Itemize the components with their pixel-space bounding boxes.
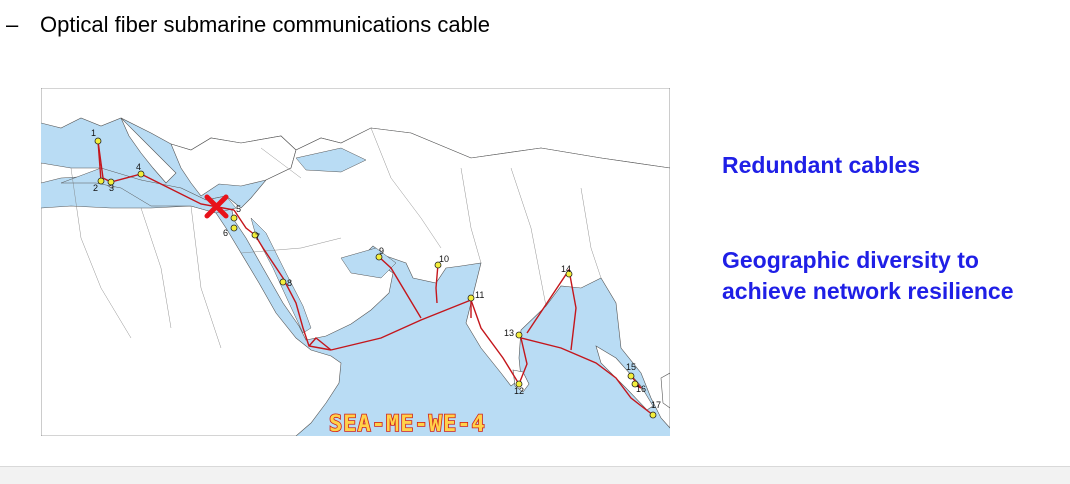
station-label: 17 — [651, 400, 661, 410]
station-label: 7 — [255, 232, 260, 242]
station-label: 8 — [287, 278, 292, 288]
station-label: 1 — [91, 128, 96, 138]
station-8 — [279, 278, 287, 286]
station-2 — [97, 177, 105, 185]
station-label: 13 — [504, 328, 514, 338]
station-label: 2 — [93, 183, 98, 193]
station-label: 11 — [475, 290, 484, 300]
station-17 — [649, 411, 657, 419]
cable-system-title: SEA-ME-WE-4 — [329, 412, 486, 436]
station-label: 10 — [439, 254, 449, 264]
station-11 — [467, 294, 475, 302]
station-label: 4 — [136, 162, 141, 172]
station-5 — [230, 214, 238, 222]
station-label: 14 — [561, 264, 571, 274]
note-geographic-diversity: Geographic diversity to achieve network … — [722, 247, 1014, 304]
station-label: 12 — [514, 386, 524, 396]
footer-bar — [0, 466, 1070, 484]
note-redundant-cables: Redundant cables — [722, 152, 921, 178]
station-label: 3 — [109, 183, 114, 193]
station-label: 16 — [636, 384, 646, 394]
bullet-dash: – — [6, 12, 19, 37]
station-label: 15 — [626, 362, 636, 372]
bullet-text: Optical fiber submarine communications c… — [40, 12, 490, 37]
cable-route-map: 1 2 3 4 5 6 7 8 9 10 11 12 13 14 15 16 1… — [41, 88, 670, 436]
station-1 — [94, 137, 102, 145]
station-label: 6 — [223, 228, 228, 238]
station-6 — [230, 224, 238, 232]
station-13 — [515, 331, 523, 339]
station-label: 9 — [379, 246, 384, 256]
station-15 — [627, 372, 635, 380]
station-label: 5 — [236, 204, 241, 214]
